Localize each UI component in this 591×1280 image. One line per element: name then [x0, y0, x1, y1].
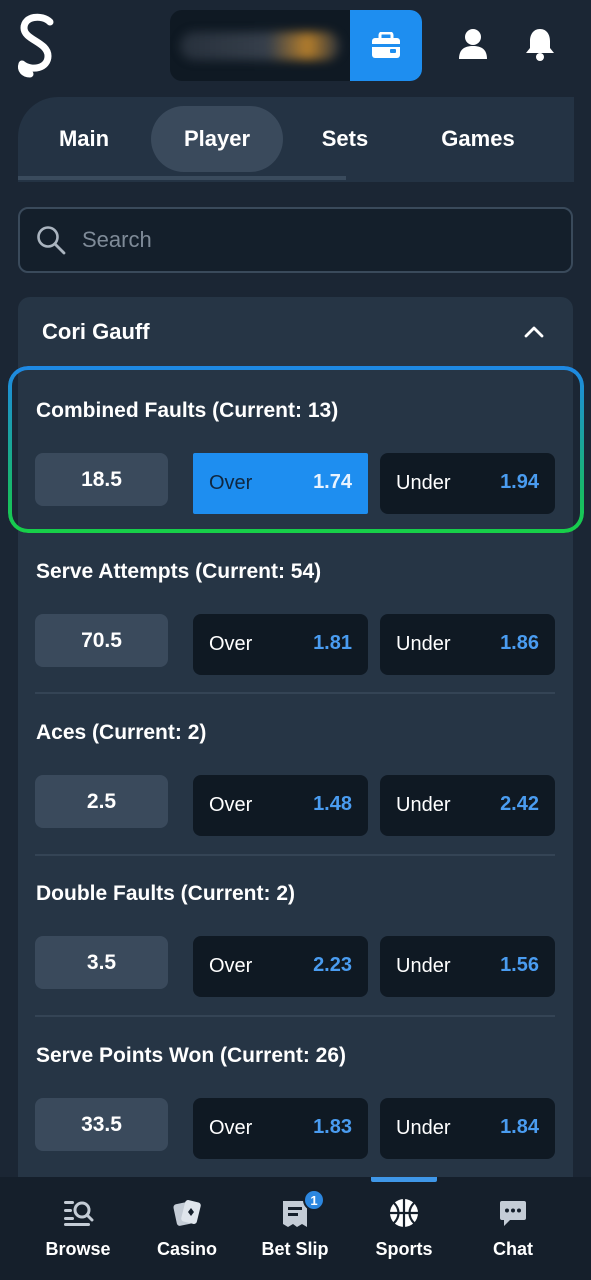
divider: [35, 854, 555, 856]
nav-label: Bet Slip: [261, 1239, 329, 1259]
bet-slip-icon: 1: [277, 1189, 325, 1231]
bet-slip-count-badge: 1: [303, 1189, 325, 1211]
notifications-button[interactable]: [520, 24, 560, 64]
cards-icon: [169, 1195, 205, 1231]
over-button[interactable]: Over 1.81: [193, 614, 368, 675]
basketball-icon: [386, 1195, 422, 1231]
nav-label: Sports: [375, 1239, 433, 1259]
market-line: 70.5: [35, 614, 168, 667]
nav-sports[interactable]: Sports: [364, 1177, 444, 1280]
market-line: 3.5: [35, 936, 168, 989]
over-button[interactable]: Over 1.74: [193, 453, 368, 514]
wallet-icon: [372, 31, 400, 58]
search-input[interactable]: [82, 219, 552, 261]
over-label: Over: [209, 794, 253, 816]
over-odds: 2.23: [313, 954, 352, 976]
bell-icon: [526, 29, 554, 61]
market-row: Combined Faults (Current: 13) 18.5 Over …: [18, 387, 573, 547]
profile-button[interactable]: [453, 24, 493, 64]
under-label: Under: [396, 633, 451, 655]
wallet-button[interactable]: [350, 10, 422, 81]
over-odds: 1.48: [313, 793, 352, 815]
market-row: Double Faults (Current: 2) 3.5 Over 2.23…: [18, 872, 573, 1032]
nav-label: Chat: [493, 1239, 533, 1259]
under-odds: 1.94: [500, 471, 539, 493]
tab-main[interactable]: Main: [24, 106, 144, 172]
over-button[interactable]: Over 2.23: [193, 936, 368, 997]
market-line: 33.5: [35, 1098, 168, 1151]
nav-browse[interactable]: Browse: [38, 1177, 118, 1280]
market-line: 18.5: [35, 453, 168, 506]
tab-player[interactable]: Player: [151, 106, 283, 172]
nav-bet-slip[interactable]: 1 Bet Slip: [255, 1177, 335, 1280]
divider: [35, 692, 555, 694]
market-row: Serve Attempts (Current: 54) 70.5 Over 1…: [18, 550, 573, 710]
over-odds: 1.74: [313, 471, 352, 493]
stake-s-logo-icon[interactable]: [14, 12, 62, 78]
market-title: Serve Attempts (Current: 54): [36, 560, 322, 583]
divider: [35, 1015, 555, 1017]
market-title: Combined Faults (Current: 13): [36, 399, 339, 422]
over-odds: 1.83: [313, 1116, 352, 1138]
under-button[interactable]: Under 1.84: [380, 1098, 555, 1159]
player-name: Cori Gauff: [42, 319, 150, 344]
under-label: Under: [396, 955, 451, 977]
over-label: Over: [209, 472, 253, 494]
user-icon: [459, 29, 487, 59]
nav-chat[interactable]: Chat: [473, 1177, 553, 1280]
nav-casino[interactable]: Casino: [147, 1177, 227, 1280]
under-button[interactable]: Under 1.94: [380, 453, 555, 514]
tab-scroll-indicator: [18, 176, 346, 180]
search-icon: [37, 226, 66, 255]
chevron-up-icon[interactable]: [522, 323, 546, 339]
browse-icon: [60, 1195, 96, 1231]
over-label: Over: [209, 955, 253, 977]
over-label: Over: [209, 633, 253, 655]
over-button[interactable]: Over 1.83: [193, 1098, 368, 1159]
under-odds: 1.56: [500, 954, 539, 976]
under-odds: 1.84: [500, 1116, 539, 1138]
under-label: Under: [396, 794, 451, 816]
top-header: [0, 0, 591, 92]
market-row: Aces (Current: 2) 2.5 Over 1.48 Under 2.…: [18, 711, 573, 871]
nav-label: Browse: [45, 1239, 111, 1259]
under-odds: 2.42: [500, 793, 539, 815]
market-line: 2.5: [35, 775, 168, 828]
under-button[interactable]: Under 1.56: [380, 936, 555, 997]
tab-sets[interactable]: Sets: [288, 106, 402, 172]
market-title: Aces (Current: 2): [36, 721, 207, 744]
balance-pill[interactable]: [170, 10, 422, 81]
nav-label: Casino: [156, 1239, 217, 1259]
over-button[interactable]: Over 1.48: [193, 775, 368, 836]
under-button[interactable]: Under 1.86: [380, 614, 555, 675]
blurred-balance: [180, 32, 340, 60]
market-row: Serve Points Won (Current: 26) 33.5 Over…: [18, 1034, 573, 1177]
market-title: Serve Points Won (Current: 26): [36, 1044, 346, 1067]
search-bar[interactable]: [18, 207, 573, 273]
chat-icon: [495, 1195, 531, 1231]
tab-games[interactable]: Games: [410, 106, 546, 172]
over-odds: 1.81: [313, 632, 352, 654]
under-label: Under: [396, 472, 451, 494]
market-title: Double Faults (Current: 2): [36, 882, 296, 905]
player-markets-card: Cori Gauff Combined Faults (Current: 13)…: [18, 297, 573, 1177]
under-odds: 1.86: [500, 632, 539, 654]
over-label: Over: [209, 1117, 253, 1139]
bottom-navigation: Browse Casino 1 Bet Slip Sports Chat: [0, 1177, 591, 1280]
market-tabs: Main Player Sets Games: [18, 97, 574, 182]
under-button[interactable]: Under 2.42: [380, 775, 555, 836]
under-label: Under: [396, 1117, 451, 1139]
